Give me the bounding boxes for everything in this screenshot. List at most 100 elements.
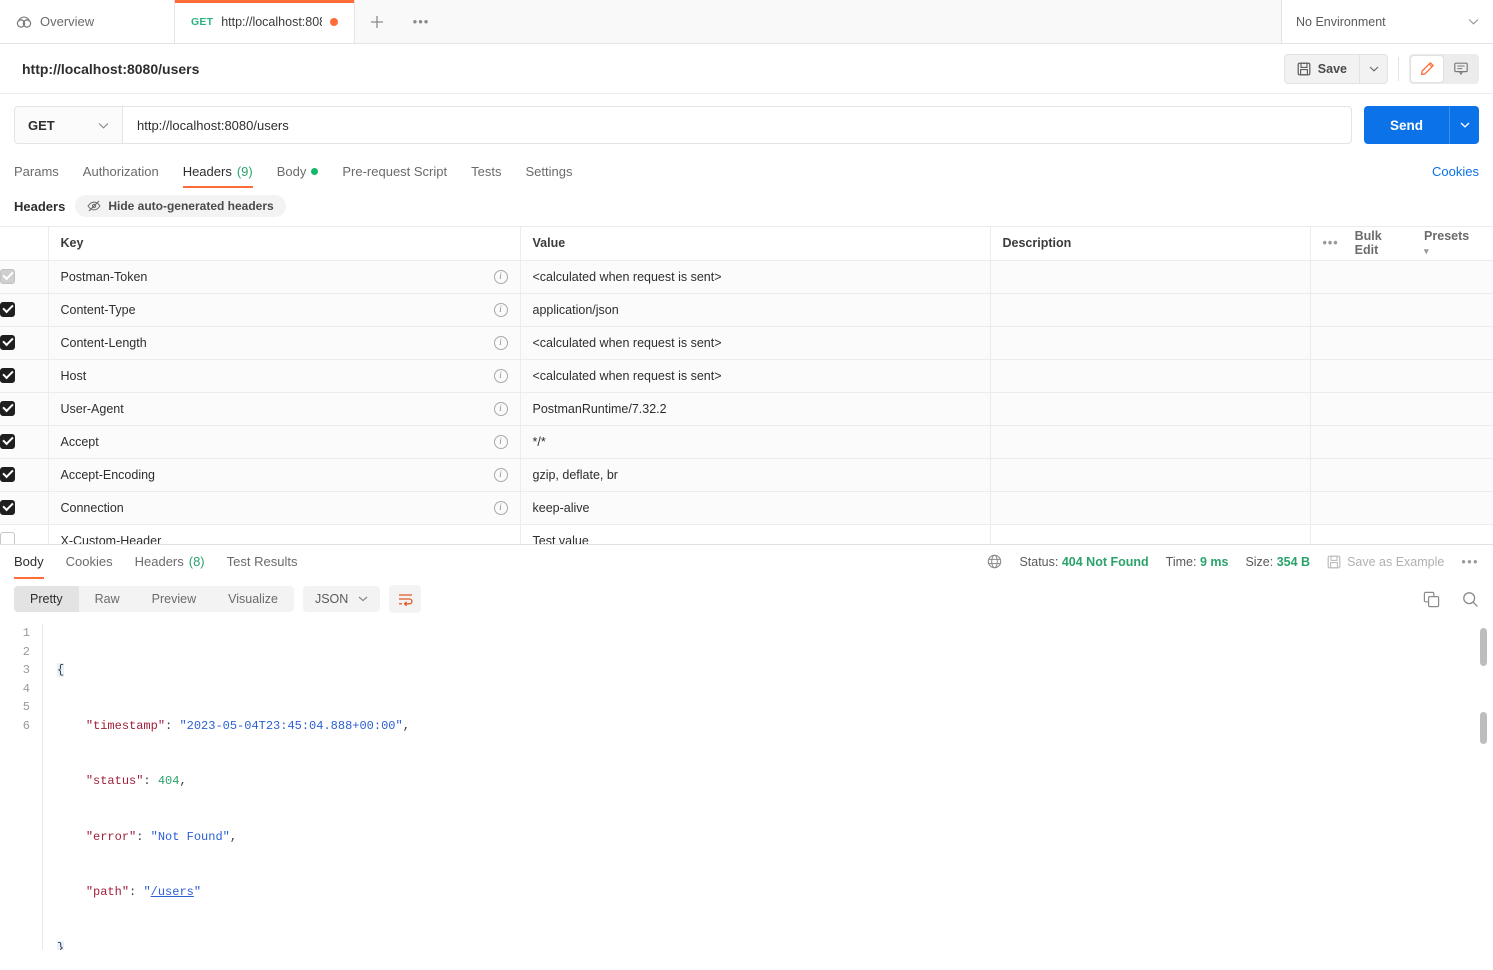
view-mode-visualize[interactable]: Visualize: [212, 586, 294, 612]
row-value-cell[interactable]: gzip, deflate, br: [520, 458, 990, 491]
table-row[interactable]: Postman-Token i <calculated when request…: [0, 260, 1493, 293]
table-row[interactable]: User-Agent i PostmanRuntime/7.32.2: [0, 392, 1493, 425]
tab-tests[interactable]: Tests: [471, 154, 501, 188]
row-description-cell[interactable]: [990, 425, 1310, 458]
row-description-cell[interactable]: [990, 359, 1310, 392]
environment-selector[interactable]: No Environment: [1281, 0, 1493, 43]
response-body-scrollbar[interactable]: [1480, 624, 1487, 950]
bulk-edit-button[interactable]: Bulk Edit: [1355, 229, 1408, 257]
row-enable-checkbox-cell: [0, 524, 48, 544]
save-button[interactable]: Save: [1284, 54, 1360, 84]
row-value-cell[interactable]: Test value: [520, 524, 990, 544]
tab-authorization[interactable]: Authorization: [83, 154, 159, 188]
table-row[interactable]: X-Custom-Header Test value: [0, 524, 1493, 544]
response-more-options-button[interactable]: •••: [1461, 555, 1479, 569]
view-mode-pretty[interactable]: Pretty: [14, 586, 79, 612]
table-row[interactable]: Connection i keep-alive: [0, 491, 1493, 524]
tab-request-get-users[interactable]: GET http://localhost:8080/u: [175, 0, 355, 43]
view-mode-preview[interactable]: Preview: [136, 586, 212, 612]
response-toolbar-right: [1423, 591, 1479, 608]
save-options-button[interactable]: [1360, 54, 1388, 84]
row-key-cell[interactable]: X-Custom-Header: [48, 524, 520, 544]
info-icon[interactable]: i: [494, 336, 508, 350]
response-format-selector[interactable]: JSON: [303, 586, 380, 612]
response-body-viewer[interactable]: 1 2 3 4 5 6 { "timestamp": "2023-05-04T2…: [0, 620, 1493, 950]
row-checkbox[interactable]: [0, 335, 15, 350]
edit-pencil-button[interactable]: [1411, 56, 1443, 82]
send-options-button[interactable]: [1449, 106, 1479, 144]
info-icon[interactable]: i: [494, 468, 508, 482]
table-row[interactable]: Host i <calculated when request is sent>: [0, 359, 1493, 392]
presets-button[interactable]: Presets ▾: [1424, 229, 1476, 257]
copy-to-clipboard-button[interactable]: [1423, 591, 1440, 608]
tab-headers[interactable]: Headers (9): [183, 154, 253, 188]
tab-overflow-menu-button[interactable]: •••: [399, 0, 443, 43]
row-description-cell[interactable]: [990, 293, 1310, 326]
tab-body[interactable]: Body: [277, 154, 319, 188]
table-row[interactable]: Accept i */*: [0, 425, 1493, 458]
response-tab-body[interactable]: Body: [14, 545, 44, 579]
row-value-cell[interactable]: <calculated when request is sent>: [520, 326, 990, 359]
chevron-down-icon: [98, 122, 109, 129]
response-tab-cookies[interactable]: Cookies: [66, 545, 113, 579]
search-response-button[interactable]: [1462, 591, 1479, 608]
row-key-cell[interactable]: Postman-Token i: [48, 260, 520, 293]
row-key-cell[interactable]: Content-Length i: [48, 326, 520, 359]
info-icon[interactable]: i: [494, 435, 508, 449]
cookies-link[interactable]: Cookies: [1432, 164, 1479, 179]
row-key-text: Postman-Token: [61, 270, 148, 284]
comments-button[interactable]: [1445, 56, 1477, 82]
json-value-path-link[interactable]: /users: [151, 885, 194, 899]
tab-params[interactable]: Params: [14, 154, 59, 188]
row-description-cell[interactable]: [990, 458, 1310, 491]
row-value-cell[interactable]: <calculated when request is sent>: [520, 359, 990, 392]
row-checkbox[interactable]: [0, 302, 15, 317]
row-value-cell[interactable]: PostmanRuntime/7.32.2: [520, 392, 990, 425]
view-mode-raw[interactable]: Raw: [79, 586, 136, 612]
row-description-cell[interactable]: [990, 326, 1310, 359]
save-as-example-button[interactable]: Save as Example: [1327, 555, 1444, 569]
info-icon[interactable]: i: [494, 501, 508, 515]
tab-overview[interactable]: Overview: [0, 0, 175, 43]
table-row[interactable]: Accept-Encoding i gzip, deflate, br: [0, 458, 1493, 491]
row-key-cell[interactable]: Accept i: [48, 425, 520, 458]
row-value-cell[interactable]: application/json: [520, 293, 990, 326]
table-row[interactable]: Content-Type i application/json: [0, 293, 1493, 326]
scrollbar-thumb-bottom[interactable]: [1480, 712, 1487, 744]
row-checkbox[interactable]: [0, 368, 15, 383]
wrap-text-button[interactable]: [389, 585, 421, 613]
row-checkbox[interactable]: [0, 401, 15, 416]
table-more-options-icon[interactable]: •••: [1323, 236, 1339, 250]
http-method-selector[interactable]: GET: [14, 106, 122, 144]
row-checkbox[interactable]: [0, 532, 15, 545]
row-value-cell[interactable]: */*: [520, 425, 990, 458]
tab-settings[interactable]: Settings: [525, 154, 572, 188]
row-key-cell[interactable]: Host i: [48, 359, 520, 392]
scrollbar-thumb-top[interactable]: [1480, 628, 1487, 666]
row-value-cell[interactable]: <calculated when request is sent>: [520, 260, 990, 293]
row-description-cell[interactable]: [990, 491, 1310, 524]
new-tab-button[interactable]: [355, 0, 399, 43]
response-tab-headers[interactable]: Headers (8): [135, 545, 205, 579]
row-checkbox[interactable]: [0, 467, 15, 482]
response-tab-test-results[interactable]: Test Results: [227, 545, 298, 579]
row-description-cell[interactable]: [990, 392, 1310, 425]
info-icon[interactable]: i: [494, 303, 508, 317]
url-input[interactable]: [122, 106, 1352, 144]
table-row[interactable]: Content-Length i <calculated when reques…: [0, 326, 1493, 359]
send-button[interactable]: Send: [1364, 106, 1449, 144]
row-description-cell[interactable]: [990, 260, 1310, 293]
row-key-cell[interactable]: User-Agent i: [48, 392, 520, 425]
hide-auto-generated-headers-button[interactable]: Hide auto-generated headers: [75, 195, 285, 217]
row-checkbox[interactable]: [0, 434, 15, 449]
row-key-cell[interactable]: Content-Type i: [48, 293, 520, 326]
info-icon[interactable]: i: [494, 270, 508, 284]
row-value-cell[interactable]: keep-alive: [520, 491, 990, 524]
tab-pre-request-script[interactable]: Pre-request Script: [342, 154, 447, 188]
info-icon[interactable]: i: [494, 402, 508, 416]
row-description-cell[interactable]: [990, 524, 1310, 544]
row-key-cell[interactable]: Connection i: [48, 491, 520, 524]
info-icon[interactable]: i: [494, 369, 508, 383]
row-key-cell[interactable]: Accept-Encoding i: [48, 458, 520, 491]
row-checkbox[interactable]: [0, 500, 15, 515]
